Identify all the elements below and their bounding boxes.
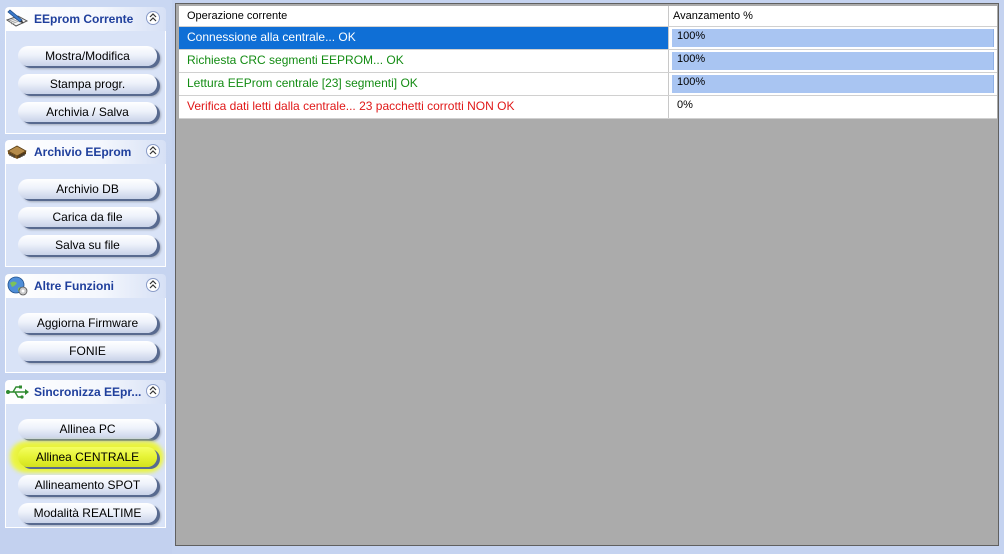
allinea-pc-button[interactable]: Allinea PC bbox=[18, 419, 157, 439]
chip-icon bbox=[5, 141, 29, 163]
operations-panel: Operazione corrente Avanzamento % Connes… bbox=[175, 3, 999, 546]
progress-cell: 100% bbox=[669, 50, 997, 72]
salva-su-file-button[interactable]: Salva su file bbox=[18, 235, 157, 255]
progress-label: 100% bbox=[677, 53, 706, 65]
group-body: Mostra/Modifica Stampa progr. Archivia /… bbox=[5, 31, 166, 134]
collapse-chevron-icon[interactable] bbox=[146, 384, 160, 398]
globe-gear-icon bbox=[5, 275, 29, 297]
fonie-button[interactable]: FONIE bbox=[18, 341, 157, 361]
pen-document-icon bbox=[5, 8, 29, 30]
allinea-centrale-button[interactable]: Allinea CENTRALE bbox=[18, 447, 157, 467]
group-body: Archivio DB Carica da file Salva su file bbox=[5, 164, 166, 267]
group-title: EEprom Corrente bbox=[34, 12, 134, 26]
progress-bar bbox=[672, 52, 994, 70]
group-header[interactable]: EEprom Corrente bbox=[5, 7, 166, 31]
group-title: Sincronizza EEpr... bbox=[34, 385, 142, 399]
progress-label: 100% bbox=[677, 30, 706, 42]
mostra-modifica-button[interactable]: Mostra/Modifica bbox=[18, 46, 157, 66]
group-eeprom-corrente: EEprom Corrente Mostra/Modifica Stampa p… bbox=[5, 7, 166, 134]
progress-bar bbox=[672, 29, 994, 47]
collapse-chevron-icon[interactable] bbox=[146, 144, 160, 158]
operation-cell: Verifica dati letti dalla centrale... 23… bbox=[179, 96, 669, 118]
group-header[interactable]: Archivio EEprom bbox=[5, 140, 166, 164]
progress-cell: 0% bbox=[669, 96, 997, 118]
group-header[interactable]: Sincronizza EEpr... bbox=[5, 380, 166, 404]
table-row[interactable]: Connessione alla centrale... OK 100% bbox=[179, 27, 997, 50]
operation-cell: Richiesta CRC segmenti EEPROM... OK bbox=[179, 50, 669, 72]
table-row[interactable]: Lettura EEProm centrale [23] segmenti] O… bbox=[179, 73, 997, 96]
stampa-progr-button[interactable]: Stampa progr. bbox=[18, 74, 157, 94]
task-pane: EEprom Corrente Mostra/Modifica Stampa p… bbox=[0, 0, 172, 554]
archivia-salva-button[interactable]: Archivia / Salva bbox=[18, 102, 157, 122]
usb-icon bbox=[5, 381, 29, 403]
operation-cell: Connessione alla centrale... OK bbox=[179, 27, 669, 49]
progress-label: 0% bbox=[677, 99, 693, 111]
group-header[interactable]: Altre Funzioni bbox=[5, 274, 166, 298]
group-body: Aggiorna Firmware FONIE bbox=[5, 298, 166, 373]
column-header-operazione[interactable]: Operazione corrente bbox=[179, 6, 669, 26]
modalita-realtime-button[interactable]: Modalità REALTIME bbox=[18, 503, 157, 523]
group-altre-funzioni: Altre Funzioni Aggiorna Firmware FONIE bbox=[5, 274, 166, 373]
progress-cell: 100% bbox=[669, 73, 997, 95]
archivio-db-button[interactable]: Archivio DB bbox=[18, 179, 157, 199]
grid-header-row: Operazione corrente Avanzamento % bbox=[179, 6, 997, 27]
group-title: Archivio EEprom bbox=[34, 145, 132, 159]
group-title: Altre Funzioni bbox=[34, 279, 114, 293]
table-row[interactable]: Richiesta CRC segmenti EEPROM... OK 100% bbox=[179, 50, 997, 73]
progress-bar bbox=[672, 75, 994, 93]
group-body: Allinea PC Allinea CENTRALE Allineamento… bbox=[5, 404, 166, 528]
collapse-chevron-icon[interactable] bbox=[146, 278, 160, 292]
carica-da-file-button[interactable]: Carica da file bbox=[18, 207, 157, 227]
column-header-avanzamento[interactable]: Avanzamento % bbox=[669, 6, 997, 26]
aggiorna-firmware-button[interactable]: Aggiorna Firmware bbox=[18, 313, 157, 333]
group-archivio-eeprom: Archivio EEprom Archivio DB Carica da fi… bbox=[5, 140, 166, 267]
collapse-chevron-icon[interactable] bbox=[146, 11, 160, 25]
allineamento-spot-button[interactable]: Allineamento SPOT bbox=[18, 475, 157, 495]
operations-grid: Operazione corrente Avanzamento % Connes… bbox=[179, 6, 997, 119]
table-row[interactable]: Verifica dati letti dalla centrale... 23… bbox=[179, 96, 997, 119]
progress-label: 100% bbox=[677, 76, 706, 88]
group-sincronizza-eeprom: Sincronizza EEpr... Allinea PC Allinea C… bbox=[5, 380, 166, 528]
operation-cell: Lettura EEProm centrale [23] segmenti] O… bbox=[179, 73, 669, 95]
progress-cell: 100% bbox=[669, 27, 997, 49]
